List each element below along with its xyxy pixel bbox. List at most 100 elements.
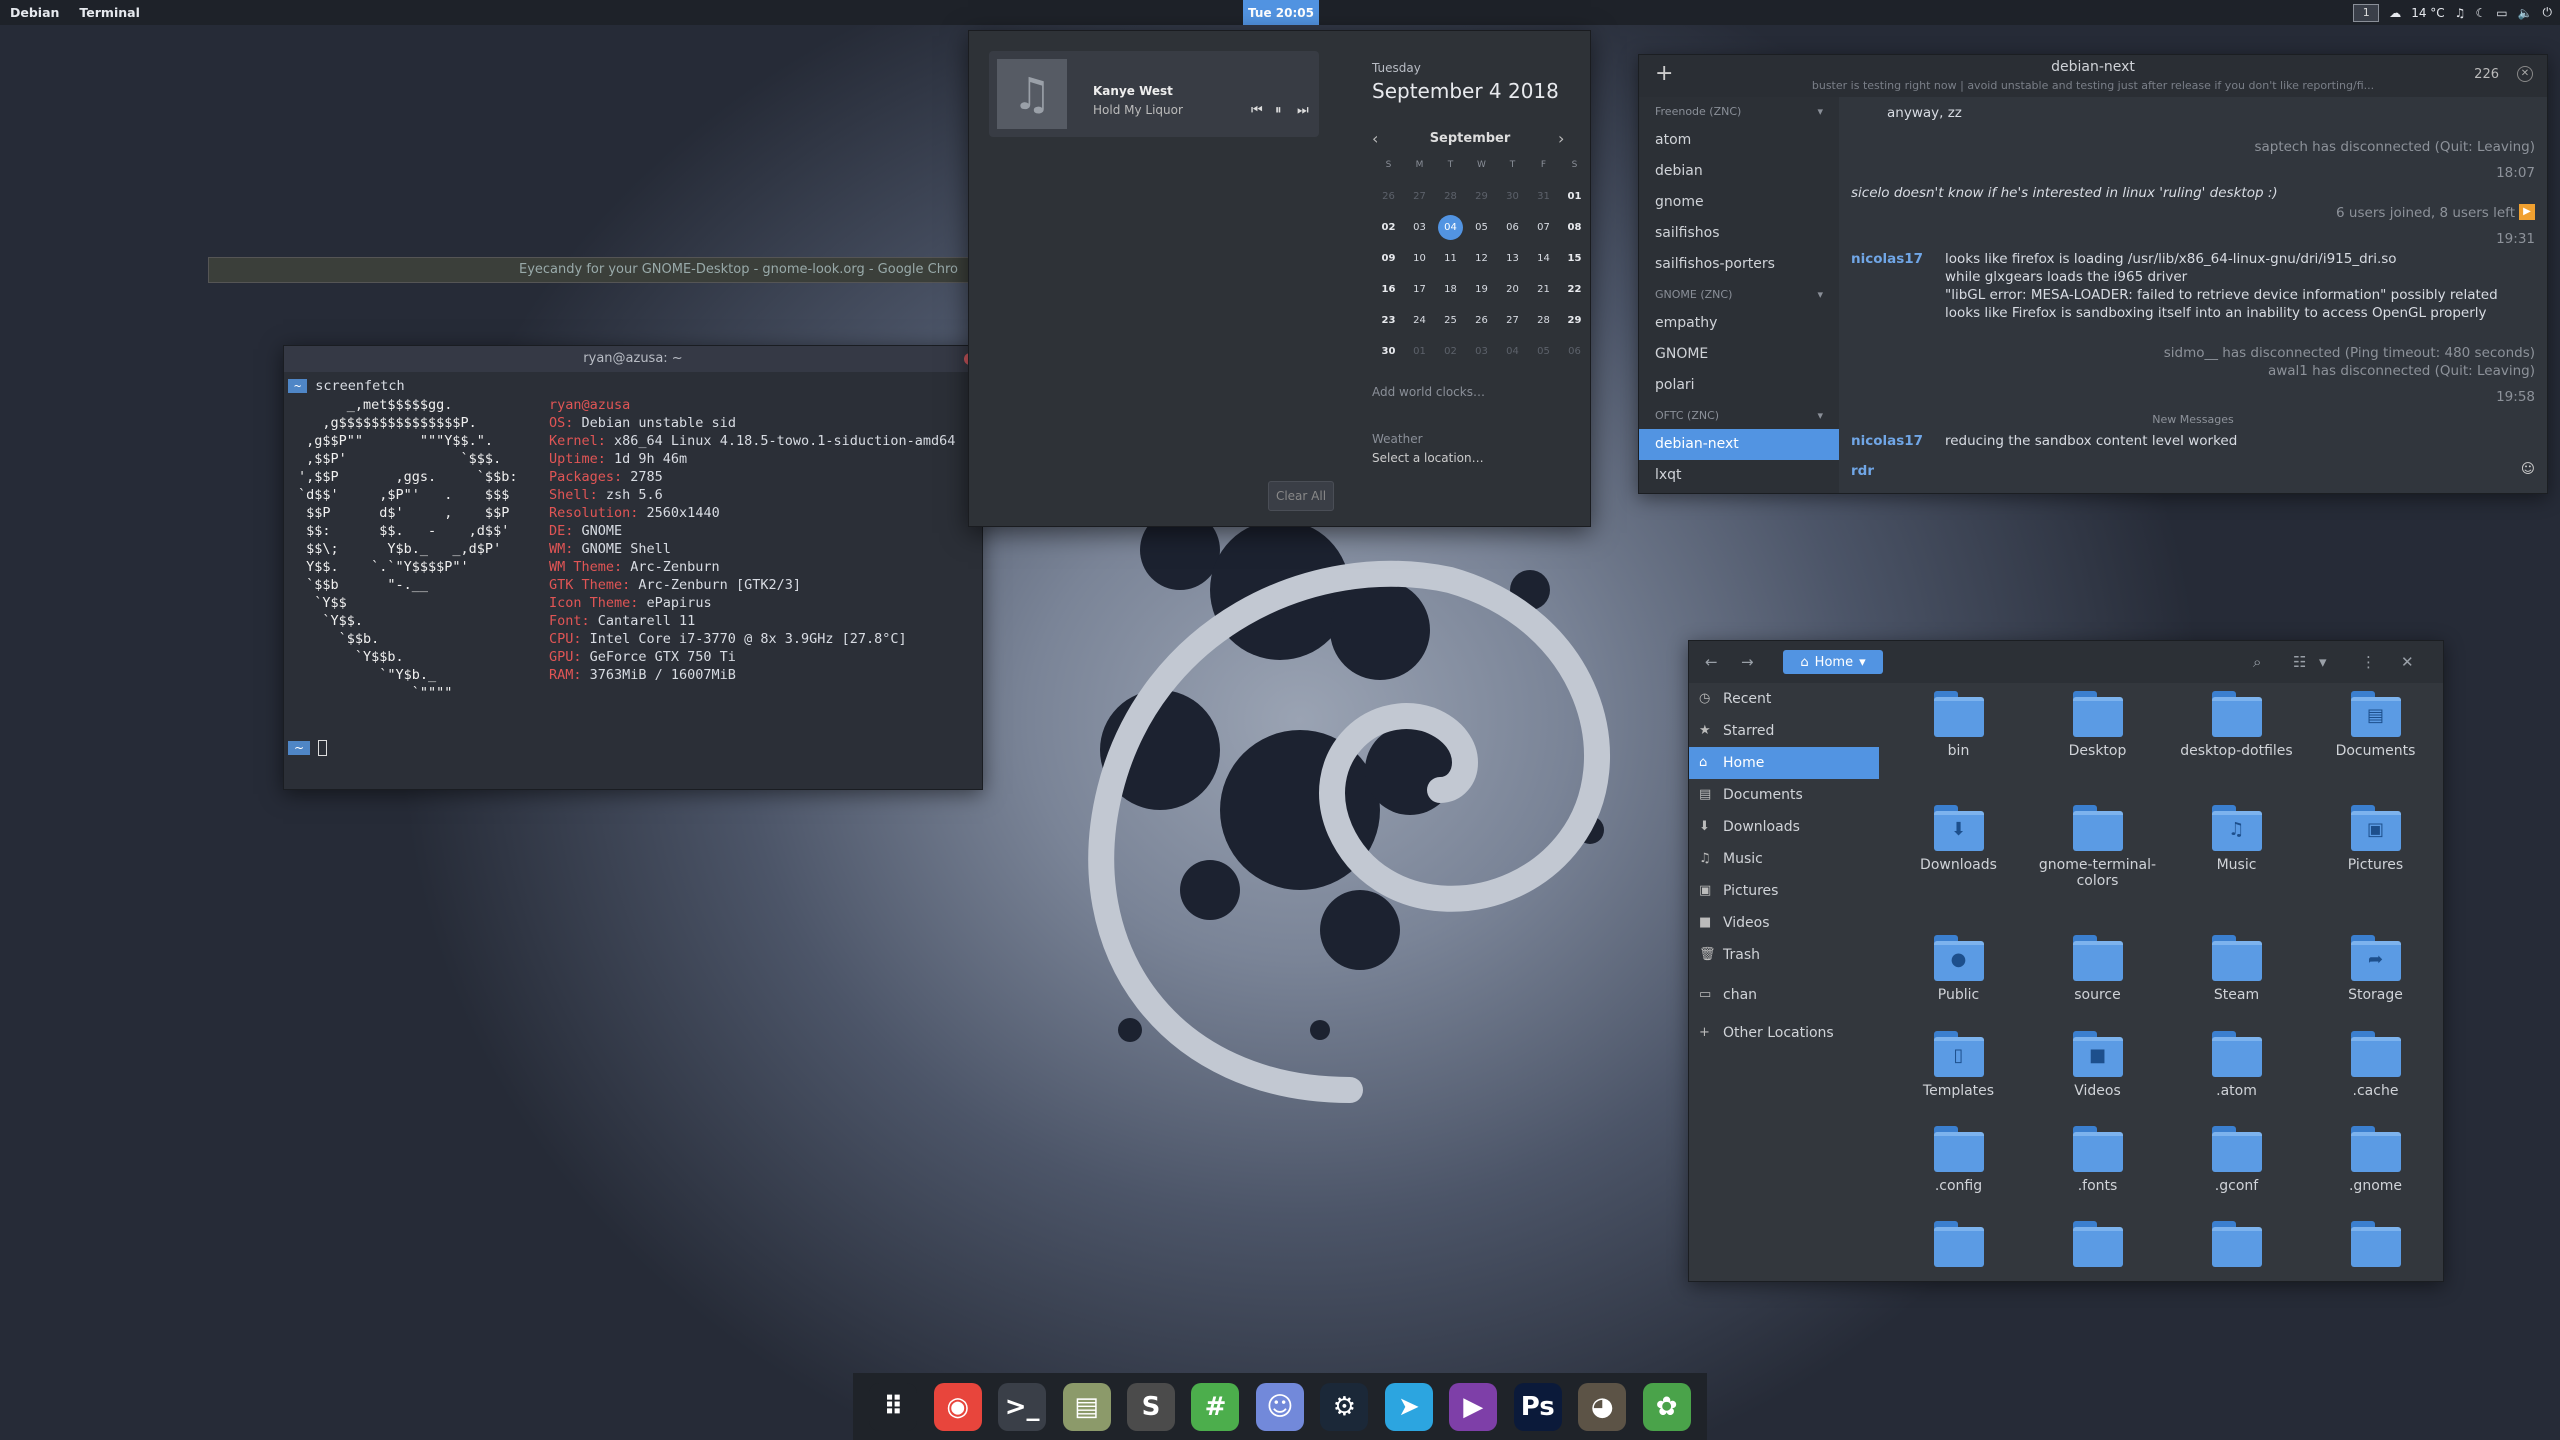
calendar-day[interactable]: 01 <box>1559 184 1590 209</box>
file-item[interactable]: Desktop <box>2028 691 2167 805</box>
terminal-titlebar[interactable]: ryan@azusa: ~ <box>284 346 982 372</box>
night-light-icon[interactable]: ☾ <box>2475 6 2486 20</box>
calendar-day[interactable]: 24 <box>1404 308 1435 333</box>
power-icon[interactable]: ⏻ <box>2543 5 2553 20</box>
file-item[interactable]: .cache <box>2306 1031 2445 1126</box>
calendar-day[interactable]: 01 <box>1404 339 1435 364</box>
calendar-day[interactable]: 29 <box>1559 308 1590 333</box>
file-item[interactable]: .config <box>1889 1126 2028 1221</box>
previous-icon[interactable]: ⏮ <box>1251 103 1263 118</box>
weather-icon[interactable]: ☁ <box>2389 6 2401 20</box>
calendar-day[interactable]: 06 <box>1497 215 1528 240</box>
sidebar-item[interactable]: 🗑 Trash <box>1689 939 1879 971</box>
sidebar-item[interactable]: ▭ chan <box>1689 979 1879 1011</box>
clock-button[interactable]: Tue 20:05 <box>1243 0 1319 25</box>
channel-item[interactable]: sailfishos <box>1639 218 1839 249</box>
chrome-window-titlebar[interactable]: Eyecandy for your GNOME-Desktop - gnome-… <box>208 257 970 283</box>
network-header[interactable]: GNOME (ZNC) ▾ <box>1639 280 1839 308</box>
add-world-clocks-link[interactable]: Add world clocks… <box>1372 385 1485 399</box>
channel-item[interactable]: sailfishos-porters <box>1639 249 1839 280</box>
sublime-icon[interactable]: S <box>1127 1382 1176 1431</box>
gimp-icon[interactable]: ◕ <box>1578 1382 1627 1431</box>
store-icon[interactable]: ✿ <box>1642 1382 1691 1431</box>
sidebar-item[interactable]: ★ Starred <box>1689 715 1879 747</box>
view-options-icon[interactable]: ▾ <box>2319 653 2327 671</box>
calendar-day[interactable]: 16 <box>1373 277 1404 302</box>
calendar-day[interactable]: 25 <box>1435 308 1466 333</box>
file-item[interactable] <box>2306 1221 2445 1281</box>
file-item[interactable]: desktop-dotfiles <box>2167 691 2306 805</box>
chevron-down-icon[interactable]: ▾ <box>1817 105 1823 118</box>
back-icon[interactable]: ← <box>1705 653 1718 671</box>
steam-icon[interactable]: ⚙ <box>1320 1382 1369 1431</box>
clear-all-button[interactable]: Clear All <box>1268 481 1334 511</box>
next-month-icon[interactable]: › <box>1558 129 1564 148</box>
files-icon[interactable]: ▤ <box>1062 1382 1111 1431</box>
calendar-day[interactable]: 22 <box>1559 277 1590 302</box>
calendar-day[interactable]: 08 <box>1559 215 1590 240</box>
app-menu-button[interactable]: Terminal <box>69 5 149 20</box>
file-item[interactable]: gnome-terminal-colors <box>2028 805 2167 935</box>
sidebar-item[interactable]: + Other Locations <box>1689 1017 1879 1049</box>
file-item[interactable]: ● Public <box>1889 935 2028 1031</box>
location-button[interactable]: ⌂ Home ▾ <box>1783 650 1883 674</box>
user-count[interactable]: 226 <box>2474 67 2499 82</box>
calendar-day[interactable]: 18 <box>1435 277 1466 302</box>
calendar-day[interactable]: 10 <box>1404 246 1435 271</box>
channel-item[interactable]: GNOME <box>1639 339 1839 370</box>
calendar-day[interactable]: 03 <box>1466 339 1497 364</box>
file-item[interactable]: ➦ Storage <box>2306 935 2445 1031</box>
calendar-day[interactable]: 19 <box>1466 277 1497 302</box>
file-item[interactable]: .fonts <box>2028 1126 2167 1221</box>
file-item[interactable] <box>1889 1221 2028 1281</box>
file-item[interactable]: ▣ Pictures <box>2306 805 2445 935</box>
calendar-day[interactable]: 29 <box>1466 184 1497 209</box>
file-item[interactable] <box>2028 1221 2167 1281</box>
search-icon[interactable]: ⌕ <box>2253 653 2261 671</box>
chevron-down-icon[interactable]: ▾ <box>1817 288 1823 301</box>
channel-item[interactable]: debian-next <box>1639 429 1839 460</box>
input-nick[interactable]: rdr <box>1851 463 1874 479</box>
expand-icon[interactable]: ▶ <box>2519 204 2535 220</box>
next-icon[interactable]: ⏭ <box>1297 103 1309 118</box>
calendar-day[interactable]: 05 <box>1528 339 1559 364</box>
calendar-day[interactable]: 26 <box>1466 308 1497 333</box>
weather-temp[interactable]: 14 °C <box>2411 6 2444 20</box>
sidebar-item[interactable]: ♫ Music <box>1689 843 1879 875</box>
calendar-day[interactable]: 12 <box>1466 246 1497 271</box>
sidebar-item[interactable]: ◷ Recent <box>1689 683 1879 715</box>
calendar-day[interactable]: 20 <box>1497 277 1528 302</box>
channel-item[interactable]: debian <box>1639 156 1839 187</box>
sidebar-item[interactable]: ⌂ Home <box>1689 747 1879 779</box>
photoshop-icon[interactable]: Ps <box>1513 1382 1562 1431</box>
activities-button[interactable]: Debian <box>0 5 69 20</box>
app-grid-icon[interactable]: ⠿ <box>869 1382 918 1431</box>
calendar-day[interactable]: 30 <box>1373 339 1404 364</box>
network-header[interactable]: Freenode (ZNC) ▾ <box>1639 97 1839 125</box>
calendar-day[interactable]: 21 <box>1528 277 1559 302</box>
channel-item[interactable]: atom <box>1639 125 1839 156</box>
close-icon[interactable]: ✕ <box>2401 653 2414 671</box>
sidebar-item[interactable]: ▣ Pictures <box>1689 875 1879 907</box>
sidebar-item[interactable]: ▤ Documents <box>1689 779 1879 811</box>
nick-label[interactable]: nicolas17 <box>1851 433 1923 449</box>
calendar-day[interactable]: 31 <box>1528 184 1559 209</box>
calendar-day[interactable]: 02 <box>1435 339 1466 364</box>
view-toggle-icon[interactable]: ☷ <box>2293 653 2306 671</box>
calendar-day[interactable]: 04 <box>1438 215 1463 240</box>
calendar-day[interactable]: 13 <box>1497 246 1528 271</box>
channel-item[interactable]: gnome <box>1639 187 1839 218</box>
file-item[interactable]: source <box>2028 935 2167 1031</box>
file-item[interactable]: ■ Videos <box>2028 1031 2167 1126</box>
calendar-day[interactable]: 03 <box>1404 215 1435 240</box>
workspace-indicator[interactable]: 1 <box>2353 3 2380 22</box>
telegram-icon[interactable]: ➤ <box>1384 1382 1433 1431</box>
calendar-day[interactable]: 11 <box>1435 246 1466 271</box>
file-item[interactable]: ▤ Documents <box>2306 691 2445 805</box>
music-icon[interactable]: ♫ <box>2455 6 2466 20</box>
terminal-icon[interactable]: >_ <box>998 1382 1047 1431</box>
channel-item[interactable]: polari <box>1639 370 1839 401</box>
media-player-icon[interactable]: ▶ <box>1449 1382 1498 1431</box>
network-header[interactable]: OFTC (ZNC) ▾ <box>1639 401 1839 429</box>
file-item[interactable]: ⬇ Downloads <box>1889 805 2028 935</box>
